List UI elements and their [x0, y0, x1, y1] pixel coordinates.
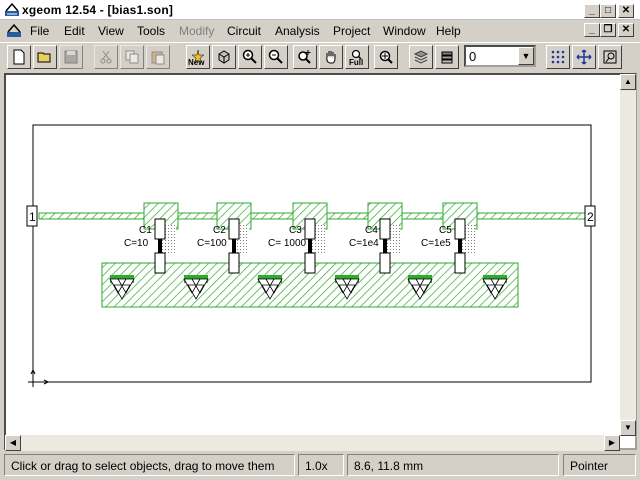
cap-c4-name: C4: [365, 225, 378, 236]
status-zoom: 1.0x: [298, 454, 344, 476]
cap-c1-value: C=10: [124, 238, 149, 249]
scroll-up-icon[interactable]: ▲: [620, 74, 636, 90]
paste-button[interactable]: [146, 45, 170, 69]
doc-minimize-button[interactable]: _: [584, 23, 600, 37]
document-icon[interactable]: [6, 23, 22, 39]
horizontal-scrollbar[interactable]: ◀ ▶: [5, 435, 620, 451]
paste-icon: [151, 51, 165, 65]
new-circuit-button[interactable]: New: [186, 45, 210, 69]
lasso-icon: [603, 50, 617, 64]
copy-icon: [125, 50, 139, 64]
level-value: 0: [469, 49, 477, 64]
scroll-left-icon[interactable]: ◀: [5, 435, 21, 451]
menu-view[interactable]: View: [98, 24, 124, 38]
window-title: xgeom 12.54 - [bias1.son]: [22, 3, 174, 17]
menu-edit[interactable]: Edit: [64, 24, 85, 38]
layers-button[interactable]: [409, 45, 433, 69]
grid-dots-icon: [551, 50, 565, 64]
open-button[interactable]: [33, 45, 57, 69]
toolbar: New Full: [0, 42, 640, 72]
cap-c1-name: C1: [139, 225, 152, 236]
port-1-label: 1: [29, 210, 36, 224]
status-coords: 8.6, 11.8 mm: [347, 454, 559, 476]
minimize-button[interactable]: _: [584, 4, 600, 18]
level-select[interactable]: 0 ▼: [464, 45, 536, 67]
zoom-out-icon: [268, 49, 283, 64]
title-bar: xgeom 12.54 - [bias1.son] _ □ ✕: [0, 0, 640, 20]
cap-c2-value: C=100: [197, 238, 227, 249]
zoom-in-button[interactable]: [238, 45, 262, 69]
hand-icon: [326, 51, 336, 64]
menu-window[interactable]: Window: [383, 24, 426, 38]
cut-button[interactable]: [94, 45, 118, 69]
app-icon: [5, 2, 19, 16]
move-arrows-icon: [576, 49, 592, 65]
new-file-button[interactable]: [7, 45, 31, 69]
port-2[interactable]: 2: [584, 205, 596, 227]
menu-bar: File Edit View Tools Modify Circuit Anal…: [0, 21, 640, 41]
cap-c3-value: C= 1000: [268, 238, 307, 249]
zoom-box-icon: [298, 50, 311, 64]
folder-open-icon: [37, 52, 51, 63]
zoom-in-icon: [242, 49, 257, 64]
status-mode: Pointer: [563, 454, 636, 476]
status-bar: Click or drag to select objects, drag to…: [0, 452, 640, 480]
menu-file[interactable]: File: [30, 24, 49, 38]
scroll-right-icon[interactable]: ▶: [604, 435, 620, 451]
stack-icon: [441, 51, 453, 64]
new-label: New: [188, 58, 205, 67]
menu-project[interactable]: Project: [333, 24, 370, 38]
menu-modify[interactable]: Modify: [179, 24, 214, 38]
doc-close-button[interactable]: ✕: [618, 23, 634, 37]
grid-button[interactable]: [546, 45, 570, 69]
zoom-out-button[interactable]: [264, 45, 288, 69]
cap-c5-name: C5: [439, 225, 452, 236]
zoom-full-button[interactable]: Full: [345, 45, 369, 69]
zoom-fit-icon: [379, 50, 393, 64]
scissors-icon: [100, 50, 112, 64]
circuit-layout[interactable]: C1 C=10 C2 C=100 C3 C= 1000 C4 C=1e4 C5 …: [6, 75, 620, 435]
menu-tools[interactable]: Tools: [137, 24, 165, 38]
origin-marker: [28, 369, 49, 387]
close-button[interactable]: ✕: [618, 4, 634, 18]
cap-c2-name: C2: [213, 225, 226, 236]
full-label: Full: [349, 58, 364, 67]
port-2-label: 2: [587, 210, 594, 224]
copy-button[interactable]: [120, 45, 144, 69]
new-file-icon: [13, 49, 25, 65]
cap-c3-name: C3: [289, 225, 302, 236]
doc-restore-button[interactable]: ❐: [600, 23, 616, 37]
chevron-down-icon[interactable]: ▼: [518, 47, 534, 65]
cap-c4-value: C=1e4: [349, 238, 379, 249]
zoom-fit-button[interactable]: [374, 45, 398, 69]
save-icon: [64, 50, 78, 64]
status-hint: Click or drag to select objects, drag to…: [4, 454, 295, 476]
pan-button[interactable]: [319, 45, 343, 69]
scroll-down-icon[interactable]: ▼: [620, 420, 636, 436]
layers-icon: [413, 50, 429, 64]
maximize-button[interactable]: □: [600, 4, 616, 18]
save-button[interactable]: [59, 45, 83, 69]
menu-circuit[interactable]: Circuit: [227, 24, 261, 38]
pointer-mode-button[interactable]: [598, 45, 622, 69]
menu-analysis[interactable]: Analysis: [275, 24, 320, 38]
3d-view-button[interactable]: [212, 45, 236, 69]
vertical-scrollbar[interactable]: ▲ ▼: [620, 74, 636, 436]
cap-c5-value: C=1e5: [421, 238, 451, 249]
cube-icon: [218, 50, 230, 64]
stack-button[interactable]: [435, 45, 459, 69]
zoom-box-button[interactable]: [293, 45, 317, 69]
layout-canvas[interactable]: C1 C=10 C2 C=100 C3 C= 1000 C4 C=1e4 C5 …: [4, 73, 637, 450]
menu-help[interactable]: Help: [436, 24, 461, 38]
port-1[interactable]: 1: [26, 205, 38, 227]
move-button[interactable]: [572, 45, 596, 69]
